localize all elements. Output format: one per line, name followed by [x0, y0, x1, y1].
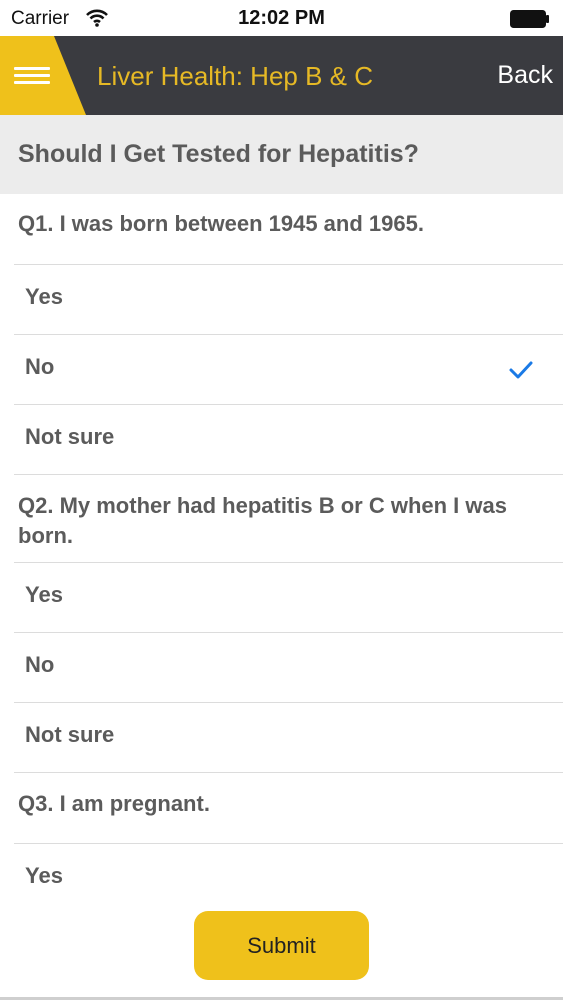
section-header: Should I Get Tested for Hepatitis? — [0, 115, 563, 194]
q2-option-no[interactable]: No — [0, 632, 563, 702]
q1-option-not-sure[interactable]: Not sure — [0, 404, 563, 474]
option-label: Yes — [25, 284, 63, 309]
divider — [14, 772, 563, 773]
hamburger-menu-icon[interactable] — [14, 67, 50, 85]
status-bar: Carrier 12:02 PM — [0, 0, 563, 36]
option-label: No — [25, 652, 55, 677]
question-divider — [0, 474, 563, 475]
divider — [14, 632, 563, 633]
battery-icon — [510, 10, 549, 28]
option-label: Not sure — [25, 424, 115, 449]
divider — [14, 702, 563, 703]
divider — [14, 474, 563, 475]
q1-option-yes[interactable]: Yes — [0, 264, 563, 334]
submit-button[interactable]: Submit — [194, 911, 369, 980]
question-divider — [0, 772, 563, 773]
divider — [14, 404, 563, 405]
question-2: Q2. My mother had hepatitis B or C when … — [18, 493, 507, 548]
option-label: Yes — [25, 582, 63, 607]
question-1: Q1. I was born between 1945 and 1965. — [18, 211, 424, 236]
divider — [14, 562, 563, 563]
back-button[interactable]: Back — [497, 61, 553, 90]
q2-option-yes[interactable]: Yes — [0, 562, 563, 632]
q1-option-no[interactable]: No — [0, 334, 563, 404]
option-label: No — [25, 354, 55, 379]
option-label: Yes — [25, 863, 63, 888]
question-3: Q3. I am pregnant. — [18, 791, 210, 816]
divider — [14, 264, 563, 265]
option-label: Not sure — [25, 722, 115, 747]
checkmark-icon — [509, 361, 533, 379]
divider — [14, 334, 563, 335]
page-title: Should I Get Tested for Hepatitis? — [18, 140, 419, 168]
q3-option-yes[interactable]: Yes — [0, 843, 563, 913]
nav-bar: Liver Health: Hep B & C Back — [0, 36, 563, 115]
status-time: 12:02 PM — [238, 7, 325, 29]
q2-option-not-sure[interactable]: Not sure — [0, 702, 563, 772]
nav-title: Liver Health: Hep B & C — [97, 61, 374, 91]
divider — [14, 843, 563, 844]
